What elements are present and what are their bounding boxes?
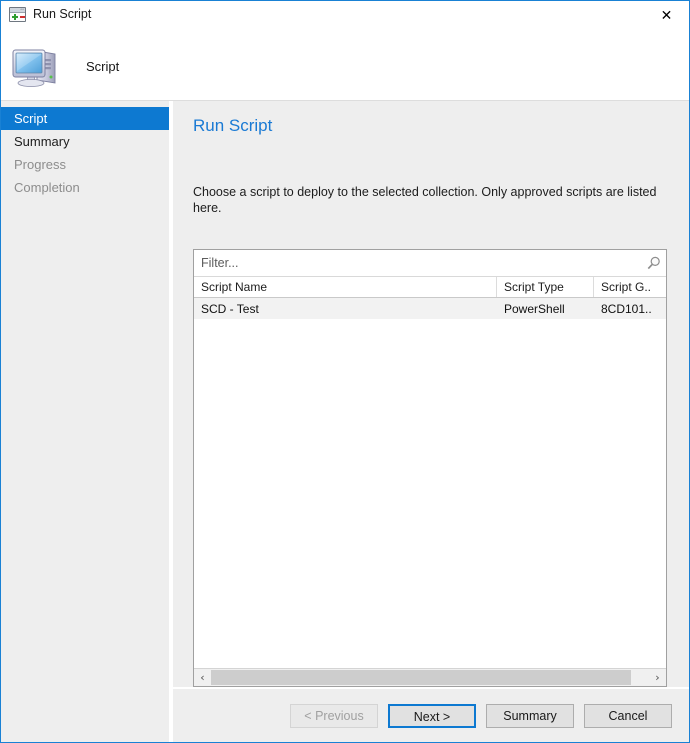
cell-script-name: SCD - Test <box>201 301 259 316</box>
previous-button: < Previous <box>290 703 378 728</box>
cell-script-guid: 8CD101.. <box>601 301 652 316</box>
run-script-dialog: ▫▫ Run Script ✕ Script Script Summary Pr… <box>0 0 690 743</box>
sidebar-item-script[interactable]: Script <box>1 107 169 130</box>
scroll-left-icon[interactable]: ‹ <box>194 669 211 686</box>
grid-header-row: Script Name Script Type Script G.. <box>194 277 666 298</box>
summary-button[interactable]: Summary <box>486 703 574 728</box>
script-list-panel: Script Name Script Type Script G.. SCD -… <box>193 249 667 687</box>
wizard-steps-sidebar: Script Summary Progress Completion <box>1 101 169 742</box>
page-title: Run Script <box>193 116 273 135</box>
page-description: Choose a script to deploy to the selecte… <box>193 185 657 215</box>
dialog-footer: < Previous Next > Summary Cancel <box>173 687 689 742</box>
cell-script-type: PowerShell <box>504 301 565 316</box>
sidebar-item-summary[interactable]: Summary <box>1 130 169 153</box>
filter-row <box>194 250 666 277</box>
scroll-right-icon[interactable]: › <box>649 669 666 686</box>
sidebar-item-progress: Progress <box>1 153 169 176</box>
search-icon[interactable] <box>640 251 666 275</box>
title-bar: ▫▫ Run Script ✕ <box>1 1 689 32</box>
window-title: Run Script <box>33 7 92 21</box>
table-row[interactable]: SCD - Test PowerShell 8CD101.. <box>194 298 666 319</box>
script-window-icon: ▫▫ <box>9 7 26 22</box>
sidebar-item-label: Completion <box>14 180 80 195</box>
column-header-script-type[interactable]: Script Type <box>497 277 594 297</box>
next-button[interactable]: Next > <box>388 703 476 728</box>
grid-rows: SCD - Test PowerShell 8CD101.. <box>194 298 666 668</box>
sidebar-item-completion: Completion <box>1 176 169 199</box>
horizontal-scrollbar[interactable]: ‹ › <box>194 668 666 686</box>
scrollbar-thumb[interactable] <box>211 670 632 685</box>
column-header-script-guid[interactable]: Script G.. <box>594 277 666 297</box>
dialog-body: Script Summary Progress Completion Run S… <box>1 101 689 742</box>
scrollbar-track[interactable] <box>211 669 649 686</box>
sidebar-item-label: Script <box>14 111 48 126</box>
title-bar-left: ▫▫ Run Script <box>1 1 91 22</box>
sidebar-item-label: Summary <box>14 134 70 149</box>
cancel-button[interactable]: Cancel <box>584 703 672 728</box>
sidebar-item-label: Progress <box>14 157 67 172</box>
column-header-script-name[interactable]: Script Name <box>194 277 497 297</box>
wizard-banner: Script <box>1 32 689 101</box>
content-pane: Run Script Choose a script to deploy to … <box>173 101 689 687</box>
computer-icon <box>11 43 61 89</box>
banner-label: Script <box>86 58 120 74</box>
close-icon[interactable]: ✕ <box>644 1 689 31</box>
content-wrapper: Run Script Choose a script to deploy to … <box>169 101 689 742</box>
filter-input[interactable] <box>194 251 640 275</box>
